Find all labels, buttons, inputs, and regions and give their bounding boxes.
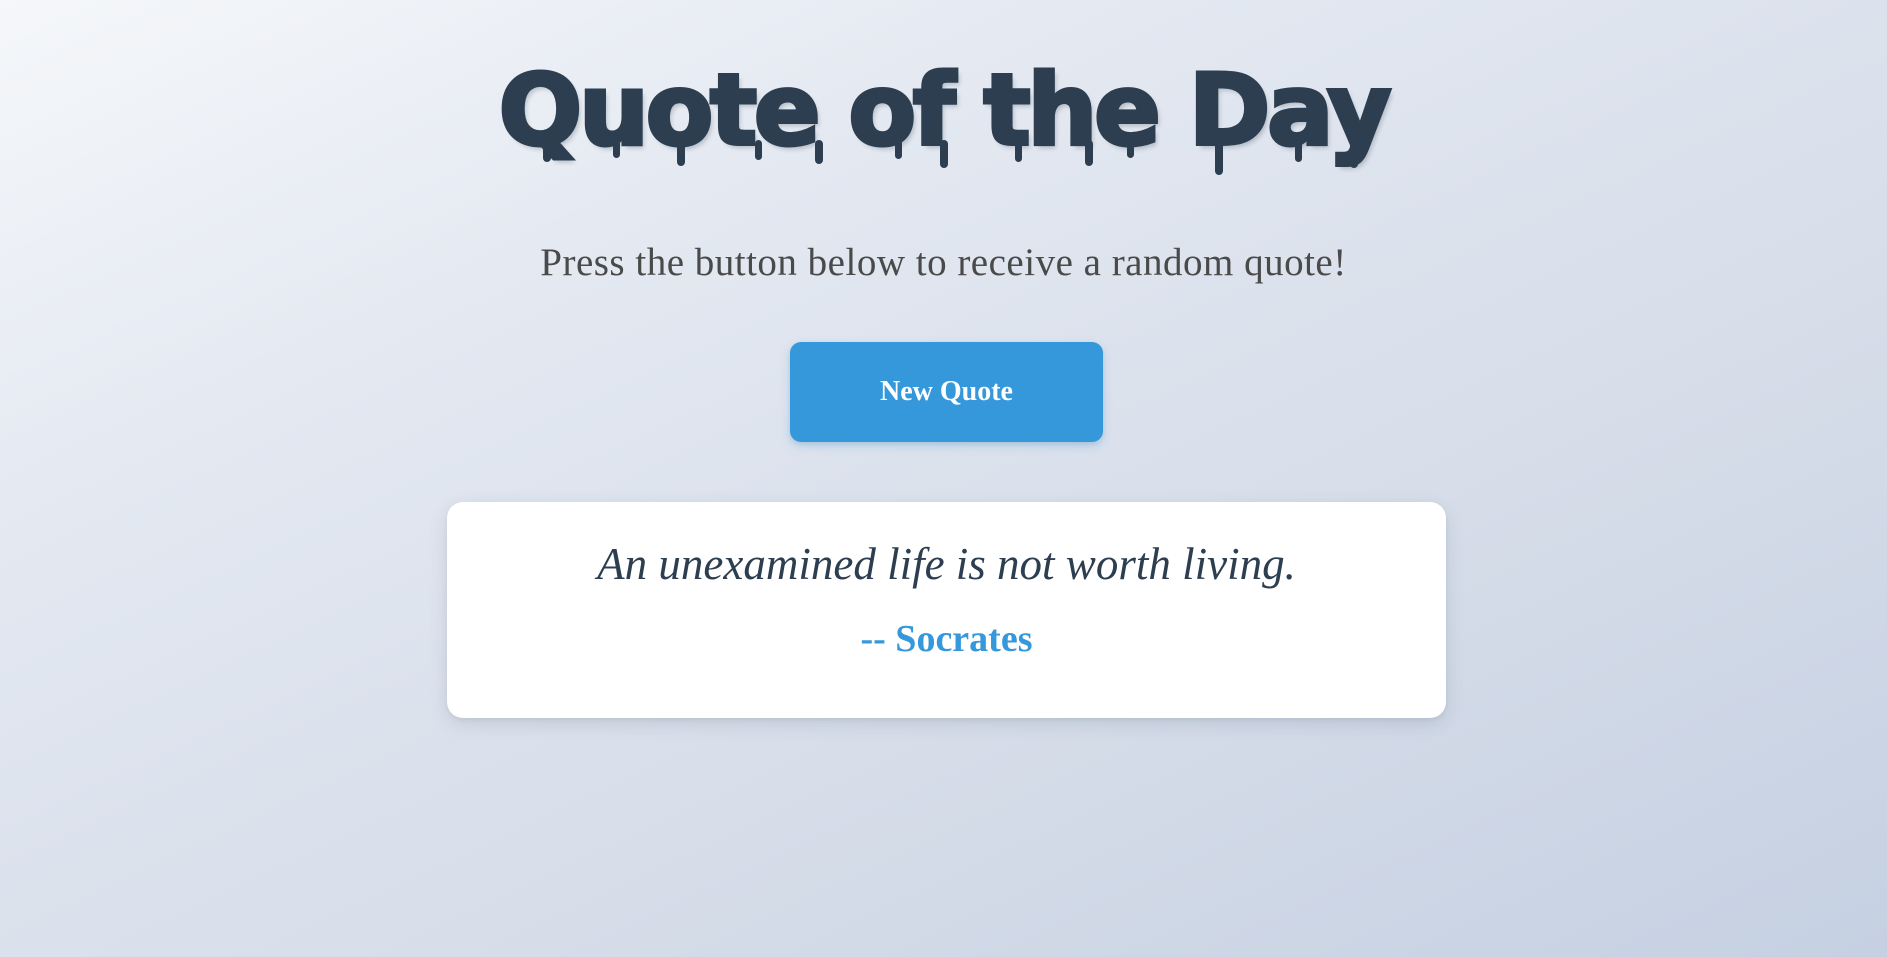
quote-card: An unexamined life is not worth living. … [447, 502, 1446, 718]
new-quote-button[interactable]: New Quote [790, 342, 1103, 442]
quote-author: -- Socrates [860, 618, 1033, 660]
quote-text: An unexamined life is not worth living. [597, 539, 1296, 589]
title-drip-decoration [543, 140, 1358, 175]
page-subtitle: Press the button below to receive a rand… [540, 241, 1347, 284]
page: Quote of the Day Press the button below … [0, 0, 1887, 957]
